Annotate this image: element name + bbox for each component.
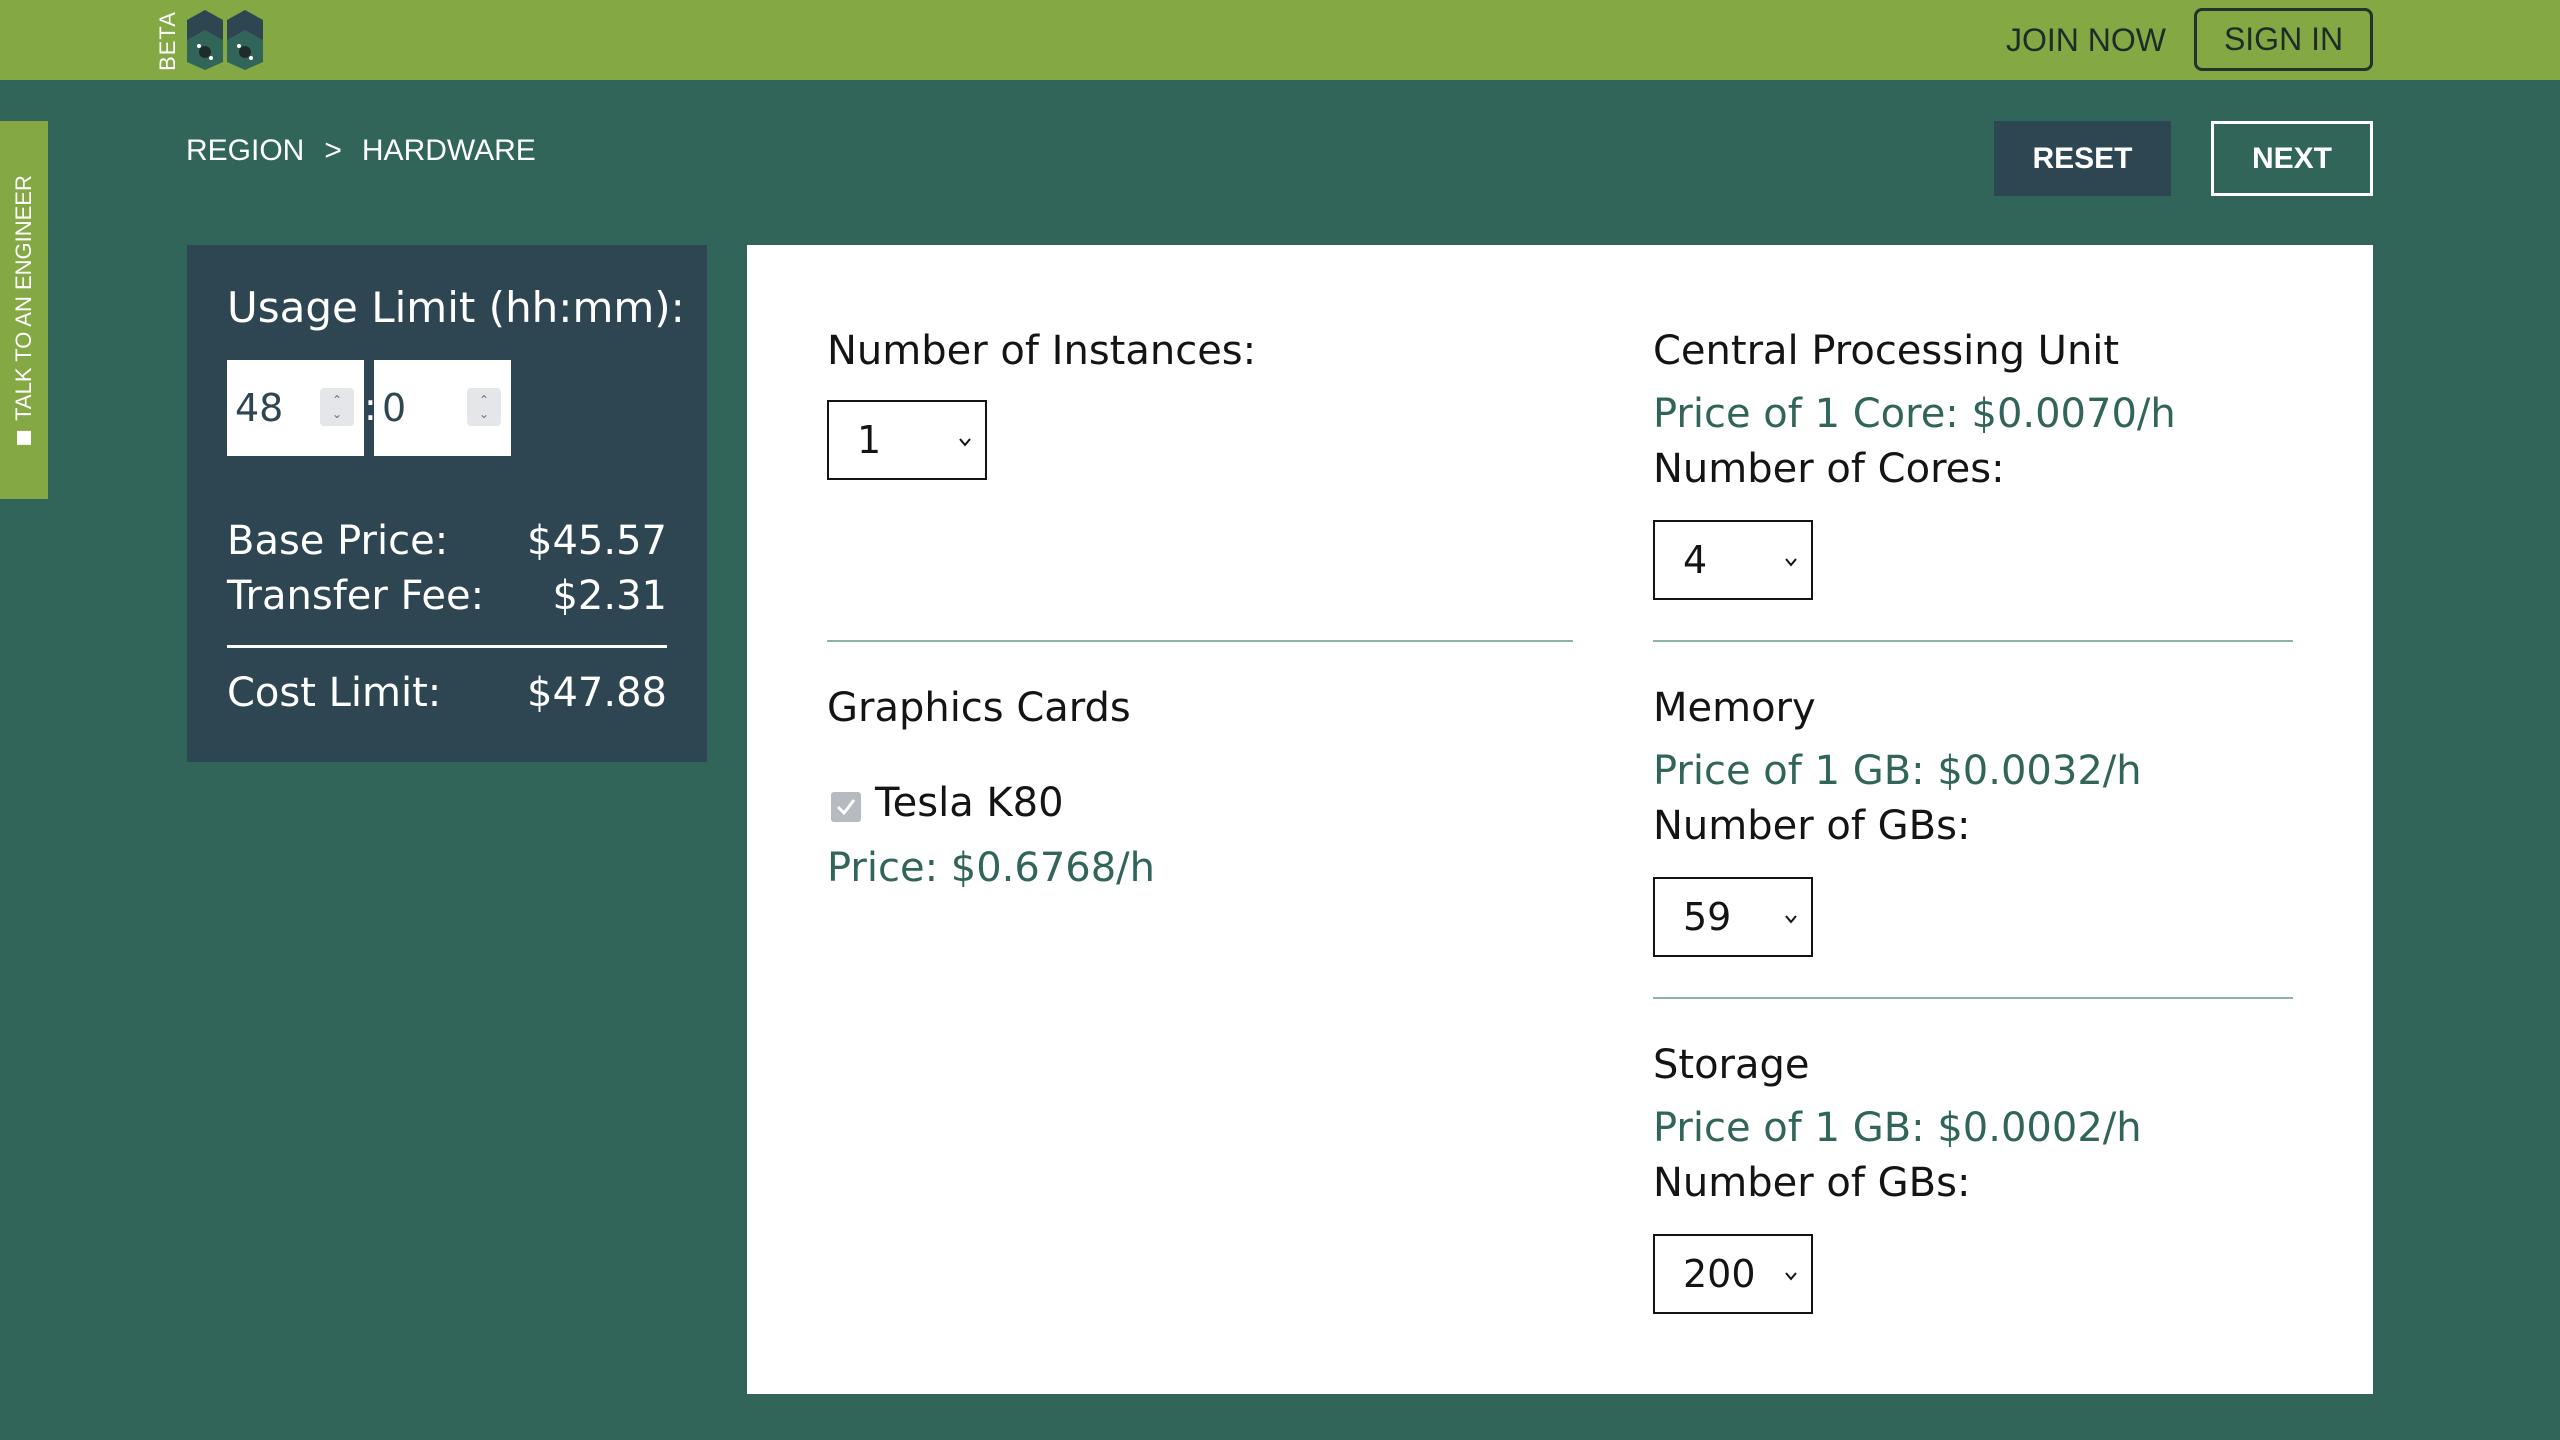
instances-label: Number of Instances: [827,328,1257,374]
usage-limit-title: Usage Limit (hh:mm): [227,283,685,332]
base-price-row: Base Price: $45.57 [227,518,667,568]
chevron-down-icon [959,438,971,447]
cost-limit-value: $47.88 [527,670,667,716]
breadcrumb: REGION > HARDWARE [186,134,536,168]
memory-value: 59 [1683,895,1732,939]
memory-select[interactable]: 59 [1653,877,1813,957]
hardware-config-card: Number of Instances: 1 Central Processin… [747,245,2373,1394]
section-divider [827,640,1573,642]
section-divider [1653,997,2293,999]
join-now-link[interactable]: JOIN NOW [2006,22,2166,58]
beta-label: BETA [155,11,180,71]
hours-input[interactable]: 48 ⌃ ⌄ [227,360,364,456]
breadcrumb-separator: > [324,134,342,167]
usage-divider [227,645,667,648]
transfer-fee-row: Transfer Fee: $2.31 [227,573,667,623]
cost-limit-row: Cost Limit: $47.88 [227,670,667,720]
usage-panel: Usage Limit (hh:mm): 48 ⌃ ⌄ : 0 ⌃ ⌄ Base P… [187,245,707,762]
storage-title: Storage [1653,1042,1810,1088]
transfer-fee-value: $2.31 [552,573,667,619]
minutes-input[interactable]: 0 ⌃ ⌄ [374,360,511,456]
cores-select[interactable]: 4 [1653,520,1813,600]
talk-to-engineer-content: TALK TO AN ENGINEER [11,175,37,445]
storage-price: Price of 1 GB: $0.0002/h [1653,1105,2142,1151]
memory-title: Memory [1653,685,1816,731]
sign-in-button[interactable]: SIGN IN [2194,8,2373,71]
tesla-k80-label[interactable]: Tesla K80 [875,780,1064,826]
top-bar: BETA JOIN NOW SIGN IN [0,0,2560,80]
storage-count-label: Number of GBs: [1653,1160,1971,1206]
logo-icon[interactable] [185,8,267,72]
gpu-price: Price: $0.6768/h [827,845,1156,891]
memory-price: Price of 1 GB: $0.0032/h [1653,748,2142,794]
cpu-title: Central Processing Unit [1653,328,2120,374]
cpu-count-label: Number of Cores: [1653,446,2005,492]
instances-select[interactable]: 1 [827,400,987,480]
breadcrumb-hardware[interactable]: HARDWARE [362,134,536,168]
base-price-label: Base Price: [227,518,449,564]
checkmark-icon [836,799,856,816]
chevron-down-icon [1785,558,1797,567]
hours-spinner-icon[interactable]: ⌃ ⌄ [320,388,354,426]
beta-badge: BETA [154,11,182,71]
reset-button[interactable]: RESET [1994,121,2171,196]
breadcrumb-region[interactable]: REGION [186,134,304,168]
minutes-value: 0 [382,386,407,430]
section-divider [1653,640,2293,642]
chat-square-icon [17,430,31,445]
instances-value: 1 [857,418,882,462]
talk-to-engineer-tab[interactable]: TALK TO AN ENGINEER [0,121,48,499]
base-price-value: $45.57 [527,518,667,564]
chevron-down-icon [1785,1272,1797,1281]
hours-value: 48 [235,386,284,430]
storage-select[interactable]: 200 [1653,1234,1813,1314]
next-button[interactable]: NEXT [2211,121,2373,196]
transfer-fee-label: Transfer Fee: [227,573,485,619]
cores-value: 4 [1683,538,1708,582]
talk-to-engineer-label: TALK TO AN ENGINEER [11,175,36,421]
minutes-spinner-icon[interactable]: ⌃ ⌄ [467,388,501,426]
cpu-price: Price of 1 Core: $0.0070/h [1653,391,2176,437]
cost-limit-label: Cost Limit: [227,670,442,716]
gpu-title: Graphics Cards [827,685,1131,731]
chevron-down-icon [1785,915,1797,924]
tesla-k80-checkbox[interactable] [831,792,861,822]
memory-count-label: Number of GBs: [1653,803,1971,849]
storage-value: 200 [1683,1252,1756,1296]
